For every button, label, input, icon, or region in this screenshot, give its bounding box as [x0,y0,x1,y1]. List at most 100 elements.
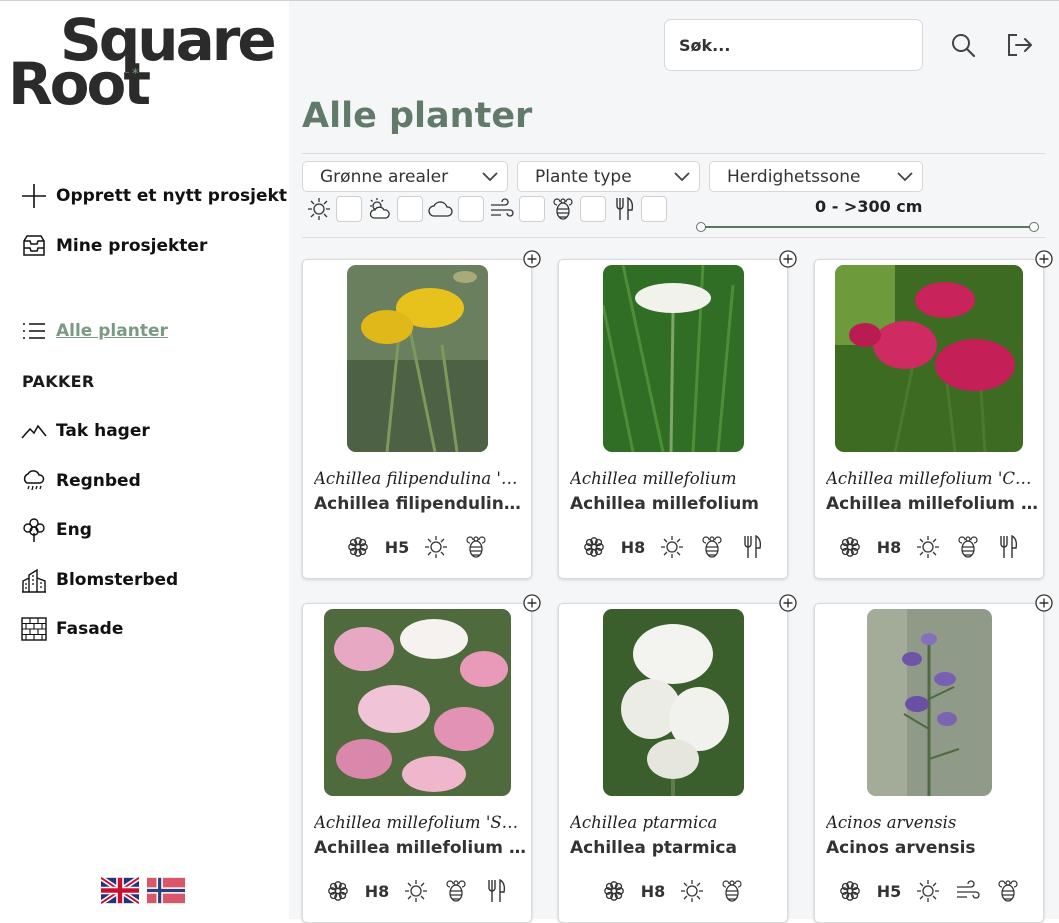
wind-icon [957,880,980,899]
bee-icon [998,880,1018,902]
add-plant-icon[interactable] [523,250,541,268]
green-areas-dropdown[interactable]: Grønne arealer [302,161,508,192]
partial-sun-icon [369,198,390,219]
bee-icon [553,198,573,220]
divider [302,237,1045,238]
plant-attributes: H8 [559,534,787,560]
edible-icon [616,196,634,220]
new-project-label: Opprett et nytt prosjekt [56,186,287,206]
plant-latin-name: Achillea millefolium [570,469,737,488]
add-plant-icon[interactable] [1035,250,1053,268]
plant-common-name: Achillea ptarmica [570,838,737,858]
hardiness-zone: H8 [364,881,390,901]
edible-icon [1000,534,1018,558]
plant-attributes: H5 [815,878,1043,904]
pollinator-checkbox[interactable] [580,196,606,222]
norway-flag-icon[interactable] [147,877,185,904]
chevron-down-icon [482,172,498,182]
package-flower-bed[interactable]: Blomsterbed [21,567,178,593]
uk-flag-icon[interactable] [101,877,139,904]
squareroot-logo[interactable]: Square Root * [8,9,277,115]
plant-attributes: H8 [815,534,1043,560]
package-roof-garden[interactable]: Tak hager [21,418,150,444]
language-switcher [101,877,185,904]
flower-icon [839,881,860,901]
plant-card[interactable]: Achillea millefolium 'Cassis' Achillea m… [814,259,1044,579]
plant-card[interactable]: Acinos arvensis Acinos arvensis H5 [814,603,1044,923]
flower-icon [839,537,860,557]
search-icon[interactable] [948,30,978,60]
flower-icon [327,881,348,901]
hardiness-zone: H8 [620,537,646,557]
plant-card[interactable]: Achillea millefolium 'Summer Berries' Ac… [302,603,532,923]
edible-icon [488,878,506,902]
plant-latin-name: Achillea millefolium 'Summer Berries' [314,813,526,832]
flower-icon [583,537,604,557]
plant-common-name: Achillea millefolium 'Cassis' [826,494,1038,514]
new-project-link[interactable]: Opprett et nytt prosjekt [21,183,287,209]
all-plants-link[interactable]: Alle planter [21,318,168,344]
cloud-icon [428,201,453,217]
sidebar: Square Root * Opprett et nytt prosjekt M… [0,1,289,919]
package-label: Regnbed [56,471,141,491]
my-projects-link[interactable]: Mine prosjekter [21,233,207,259]
sun-icon [681,880,704,902]
sun-icon [661,536,684,558]
page-title: Alle planter [302,96,533,136]
package-label: Blomsterbed [56,570,179,590]
package-rain-bed[interactable]: Regnbed [21,468,141,494]
plant-photo [866,609,992,796]
bee-icon [702,536,722,558]
tree-icon [23,518,45,542]
slider-max-handle[interactable] [1029,222,1039,232]
add-plant-icon[interactable] [523,594,541,612]
sun-checkbox[interactable] [336,196,362,222]
plant-photo [346,265,488,452]
plant-type-dropdown[interactable]: Plante type [517,161,700,192]
add-plant-icon[interactable] [779,594,797,612]
bee-icon [722,880,742,902]
package-meadow[interactable]: Eng [21,517,92,543]
plant-photo [602,609,744,796]
height-range-slider[interactable] [696,222,1039,232]
plant-latin-name: Achillea filipendulina 'Parker' [314,469,526,488]
roof-icon [21,424,47,439]
plant-card[interactable]: Achillea filipendulina 'Parker' Achillea… [302,259,532,579]
logo-spark: * [132,67,139,82]
buildings-icon [22,568,46,593]
bee-icon [958,536,978,558]
sun-icon [917,536,940,558]
slider-track [700,226,1033,228]
wind-checkbox[interactable] [519,196,545,222]
plant-photo [835,265,1023,452]
plant-card[interactable]: Achillea ptarmica Achillea ptarmica H8 [558,603,788,923]
edible-icon [744,534,762,558]
plant-attributes: H8 [303,878,531,904]
logout-icon[interactable] [1005,30,1035,60]
bee-icon [466,536,486,558]
dropdown-label: Plante type [535,166,632,187]
slider-min-handle[interactable] [696,222,706,232]
package-facade[interactable]: Fasade [21,616,123,642]
inbox-stack-icon [23,235,45,256]
plant-latin-name: Achillea ptarmica [570,813,718,832]
edible-checkbox[interactable] [641,196,667,222]
plant-card[interactable]: Achillea millefolium Achillea millefoliu… [558,259,788,579]
search-input[interactable] [664,19,923,71]
chevron-down-icon [897,172,913,182]
hardiness-zone: H8 [876,537,902,557]
sun-icon [425,536,448,558]
packages-heading: PAKKER [22,372,95,391]
hardiness-zone: H5 [384,537,410,557]
flower-icon [347,537,368,557]
shade-checkbox[interactable] [458,196,484,222]
plant-photo [602,265,744,452]
dropdown-label: Herdighetssone [727,166,861,187]
height-range-label: 0 - >300 cm [815,197,923,216]
package-label: Fasade [56,619,124,639]
hardiness-zone-dropdown[interactable]: Herdighetssone [709,161,923,192]
plant-common-name: Achillea millefolium [570,494,760,514]
add-plant-icon[interactable] [779,250,797,268]
add-plant-icon[interactable] [1035,594,1053,612]
partial-sun-checkbox[interactable] [397,196,423,222]
